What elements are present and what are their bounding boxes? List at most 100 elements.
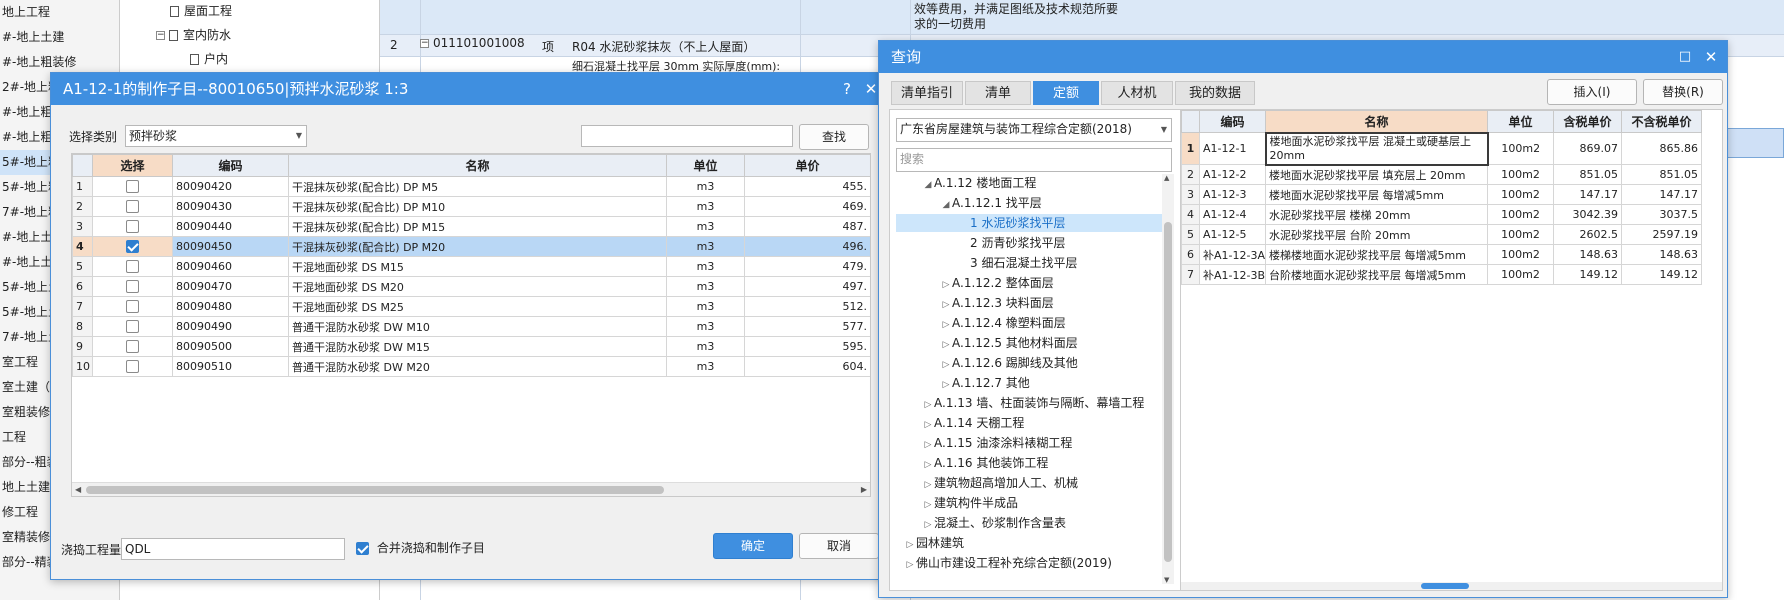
tree-item[interactable]: ▷ A.1.12.6 踢脚线及其他 xyxy=(896,354,1162,372)
checkbox-icon[interactable] xyxy=(126,300,139,314)
tab-1[interactable]: 清单 xyxy=(965,81,1031,105)
table-row[interactable]: 5 80090460 干混地面砂浆 DS M15 m3 479. xyxy=(72,256,870,277)
column-header[interactable]: 编码 xyxy=(1199,110,1266,133)
tree-item[interactable]: ▷ A.1.14 天棚工程 xyxy=(896,414,1162,432)
table-row[interactable]: 3 80090440 干混抹灰砂浆(配合比) DP M15 m3 487. xyxy=(72,216,870,237)
tree-item[interactable]: ▷ 建筑物超高增加人工、机械 xyxy=(896,474,1162,492)
expand-arrow-icon[interactable]: ▷ xyxy=(922,516,934,534)
cancel-button[interactable]: 取消 xyxy=(799,533,879,559)
table-row[interactable]: 10 80090510 普通干混防水砂浆 DW M20 m3 604. xyxy=(72,356,870,377)
expand-arrow-icon[interactable]: ▷ xyxy=(922,416,934,434)
vertical-scrollbar[interactable]: ▲ ▼ xyxy=(1162,174,1174,584)
checkbox-icon[interactable] xyxy=(126,240,139,254)
column-header[interactable]: 选择 xyxy=(92,154,173,177)
tree-item[interactable]: 1 水泥砂浆找平层 xyxy=(896,214,1162,232)
tab-2[interactable]: 定额 xyxy=(1033,81,1099,105)
maximize-icon[interactable]: □ xyxy=(1675,41,1695,73)
scrollbar-thumb[interactable] xyxy=(86,486,664,494)
tree-item[interactable]: ▷ A.1.15 油漆涂料裱糊工程 xyxy=(896,434,1162,452)
expand-arrow-icon[interactable]: ▷ xyxy=(922,436,934,454)
scrollbar-thumb[interactable] xyxy=(1421,583,1469,589)
background-list-item[interactable]: 地上工程 xyxy=(0,0,119,25)
column-header[interactable] xyxy=(1181,110,1200,133)
tree-item-indoor[interactable]: 户内 xyxy=(190,48,228,70)
expand-arrow-icon[interactable]: ◢ xyxy=(940,196,952,214)
tree-item[interactable]: ▷ 建筑构件半成品 xyxy=(896,494,1162,512)
tree-item[interactable]: ▷ A.1.12.2 整体面层 xyxy=(896,274,1162,292)
tree-item[interactable]: ▷ A.1.12.7 其他 xyxy=(896,374,1162,392)
scroll-left-icon[interactable]: ◀ xyxy=(75,483,81,496)
table-row[interactable]: 2 A1-12-2 楼地面水泥砂浆找平层 填充层上 20mm 100m2 851.05 8… xyxy=(1181,164,1702,185)
tree-item[interactable]: 2 沥青砂浆找平层 xyxy=(896,234,1162,252)
category-select[interactable]: 预拌砂浆 ▼ xyxy=(125,125,307,147)
checkbox-icon[interactable] xyxy=(126,280,139,294)
select-cell[interactable] xyxy=(92,276,173,297)
merge-checkbox[interactable]: 合并浇捣和制作子目 xyxy=(356,539,485,556)
table-row[interactable]: 6 补A1-12-3A 楼梯楼地面水泥砂浆找平层 每增减5mm 100m2 148.63… xyxy=(1181,244,1702,265)
replace-button[interactable]: 替换(R) xyxy=(1643,79,1723,105)
table-row[interactable]: 2 80090430 干混抹灰砂浆(配合比) DP M10 m3 469. xyxy=(72,196,870,217)
checkbox-icon[interactable] xyxy=(126,180,139,194)
checkbox-icon[interactable] xyxy=(126,260,139,274)
tree-item[interactable]: ▷ 混凝土、砂浆制作含量表 xyxy=(896,514,1162,532)
table-row[interactable]: 8 80090490 普通干混防水砂浆 DW M10 m3 577. xyxy=(72,316,870,337)
select-cell[interactable] xyxy=(92,256,173,277)
column-header[interactable]: 名称 xyxy=(288,154,667,177)
scroll-down-icon[interactable]: ▼ xyxy=(1164,576,1169,584)
search-input[interactable] xyxy=(581,125,793,147)
tree-item[interactable]: ▷ A.1.13 墙、柱面装饰与隔断、幕墙工程 xyxy=(896,394,1162,412)
table-row[interactable]: 3 A1-12-3 楼地面水泥砂浆找平层 每增减5mm 100m2 147.17 147.… xyxy=(1181,184,1702,205)
horizontal-scrollbar[interactable] xyxy=(1181,582,1722,590)
expand-arrow-icon[interactable]: ▷ xyxy=(940,316,952,334)
tree-item-roof[interactable]: 屋面工程 xyxy=(170,0,232,22)
tree-item[interactable]: ▷ A.1.12.5 其他材料面层 xyxy=(896,334,1162,352)
column-header[interactable]: 单位 xyxy=(1487,110,1554,133)
select-cell[interactable] xyxy=(92,216,173,237)
tree-item-indoor-waterproof[interactable]: − 室内防水 xyxy=(156,24,231,46)
help-icon[interactable]: ? xyxy=(837,73,857,105)
expand-arrow-icon[interactable]: ◢ xyxy=(922,176,934,194)
collapse-icon[interactable]: − xyxy=(156,31,165,40)
dialog-titlebar[interactable]: 查询 □ ✕ xyxy=(879,41,1727,73)
search-input[interactable]: 搜索 xyxy=(896,148,1172,172)
expand-arrow-icon[interactable]: ▷ xyxy=(940,276,952,294)
column-header[interactable]: 单价 xyxy=(744,154,870,177)
scroll-up-icon[interactable]: ▲ xyxy=(1164,174,1169,182)
select-cell[interactable] xyxy=(92,316,173,337)
table-row[interactable]: 4 80090450 干混抹灰砂浆(配合比) DP M20 m3 496. xyxy=(72,236,870,257)
tree-item[interactable]: ▷ 佛山市建设工程补充综合定额(2019) xyxy=(896,554,1162,572)
tab-4[interactable]: 我的数据 xyxy=(1175,81,1255,105)
dialog-titlebar[interactable]: A1-12-1的制作子目--80010650|预拌水泥砂浆 1:3 ? ✕ xyxy=(51,73,885,105)
tree-item[interactable]: ◢ A.1.12.1 找平层 xyxy=(896,194,1162,212)
checkbox-icon[interactable] xyxy=(126,220,139,234)
scrollbar-thumb[interactable] xyxy=(1164,222,1172,562)
column-header[interactable]: 名称 xyxy=(1265,110,1488,133)
column-header[interactable]: 不含税单价 xyxy=(1621,110,1702,133)
tree-item[interactable]: ▷ 园林建筑 xyxy=(896,534,1162,552)
tree-item[interactable]: ▷ A.1.16 其他装饰工程 xyxy=(896,454,1162,472)
expand-arrow-icon[interactable]: ▷ xyxy=(922,456,934,474)
tree-item[interactable]: ◢ A.1.12 楼地面工程 xyxy=(896,174,1162,192)
checkbox-icon[interactable] xyxy=(126,340,139,354)
insert-button[interactable]: 插入(I) xyxy=(1547,79,1637,105)
table-row[interactable]: 1 A1-12-1 楼地面水泥砂浆找平层 混凝土或硬基层上 20mm 100m2 869… xyxy=(1181,131,1702,166)
column-header[interactable] xyxy=(72,154,93,177)
background-list-item[interactable]: #-地上土建 xyxy=(0,25,119,50)
expand-arrow-icon[interactable]: ▷ xyxy=(940,296,952,314)
table-row[interactable]: 9 80090500 普通干混防水砂浆 DW M15 m3 595. xyxy=(72,336,870,357)
table-row[interactable]: 5 A1-12-5 水泥砂浆找平层 台阶 20mm 100m2 2602.5 2597.1… xyxy=(1181,224,1702,245)
select-cell[interactable] xyxy=(92,356,173,377)
select-cell[interactable] xyxy=(92,196,173,217)
qty-input[interactable]: QDL xyxy=(121,538,345,560)
table-row[interactable]: 7 补A1-12-3B 台阶楼地面水泥砂浆找平层 每增减5mm 100m2 149.12… xyxy=(1181,264,1702,285)
checkbox-icon[interactable] xyxy=(126,200,139,214)
column-header[interactable]: 含税单价 xyxy=(1553,110,1622,133)
expand-arrow-icon[interactable]: ▷ xyxy=(940,376,952,394)
quota-select[interactable]: 广东省房屋建筑与装饰工程综合定额(2018) ▼ xyxy=(896,118,1172,142)
select-cell[interactable] xyxy=(92,296,173,317)
tab-3[interactable]: 人材机 xyxy=(1101,81,1173,105)
close-icon[interactable]: ✕ xyxy=(1701,41,1721,73)
expand-arrow-icon[interactable]: ▷ xyxy=(922,396,934,414)
select-cell[interactable] xyxy=(92,336,173,357)
select-cell[interactable] xyxy=(92,236,173,257)
